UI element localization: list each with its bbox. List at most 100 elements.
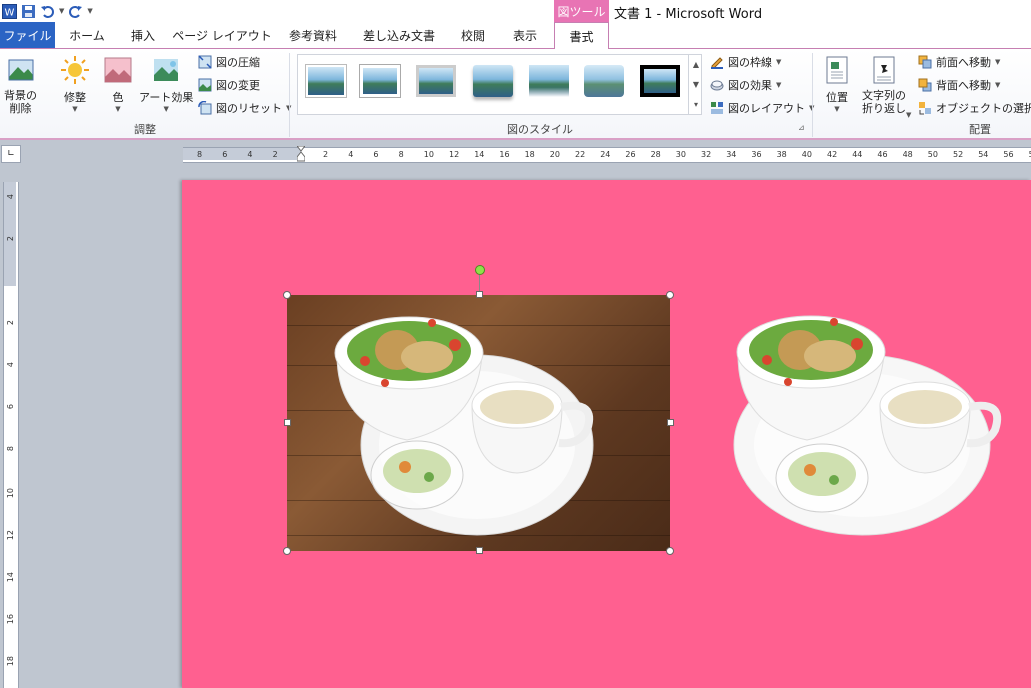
resize-handle-top-right[interactable] xyxy=(666,291,674,299)
picture-effects-button[interactable]: 図の効果 ▼ xyxy=(710,77,781,93)
remove-background-button[interactable]: 背景の 削除 xyxy=(4,55,37,115)
rotate-handle[interactable] xyxy=(475,265,485,275)
undo-dropdown-icon[interactable]: ▼ xyxy=(59,7,64,15)
compress-pictures-button[interactable]: 図の圧縮 xyxy=(198,54,260,70)
tab-file[interactable]: ファイル xyxy=(0,22,55,48)
resize-handle-left[interactable] xyxy=(284,419,291,426)
color-label: 色 xyxy=(112,91,124,104)
h-ruler-tick: 14 xyxy=(474,150,485,159)
send-backward-icon xyxy=(918,78,932,92)
h-ruler-tick: 4 xyxy=(247,150,253,159)
position-button[interactable]: 位置 ▼ xyxy=(822,55,852,113)
word-app-icon[interactable]: W xyxy=(2,3,17,19)
color-button[interactable]: 色 ▼ xyxy=(103,55,133,113)
h-ruler-tick: 6 xyxy=(222,150,228,159)
tab-insert[interactable]: 挿入 xyxy=(120,22,166,48)
resize-handle-bottom-left[interactable] xyxy=(283,547,291,555)
change-picture-button[interactable]: 図の変更 xyxy=(198,77,260,93)
art-effects-label: アート効果 xyxy=(139,91,194,104)
tab-selector[interactable]: ∟ xyxy=(1,145,21,163)
h-ruler-tick: 56 xyxy=(1003,150,1014,159)
redo-icon[interactable] xyxy=(68,4,83,19)
chevron-down-icon: ▼ xyxy=(72,105,78,113)
h-ruler-tick: 8 xyxy=(197,150,203,159)
reset-picture-button[interactable]: 図のリセット ▼ xyxy=(198,100,291,116)
picture-style-thumb[interactable] xyxy=(584,65,624,97)
picture-border-button[interactable]: 図の枠線 ▼ xyxy=(710,54,781,70)
h-ruler-tick: 52 xyxy=(953,150,964,159)
tab-references[interactable]: 参考資料 xyxy=(280,22,346,48)
h-ruler-tick: 48 xyxy=(902,150,913,159)
picture-style-thumb[interactable] xyxy=(529,65,569,97)
change-picture-icon xyxy=(198,78,212,92)
tab-page-layout[interactable]: ページ レイアウト xyxy=(172,22,272,48)
color-icon xyxy=(104,57,132,83)
h-ruler-tick: 8 xyxy=(398,150,404,159)
chevron-down-icon[interactable]: ▼ xyxy=(906,111,911,119)
h-ruler-tick: 38 xyxy=(776,150,787,159)
compress-icon xyxy=(198,55,212,69)
gallery-scroll[interactable]: ▲ ▼ ▾ xyxy=(688,54,703,115)
picture-style-thumb[interactable] xyxy=(416,65,456,97)
bring-forward-button[interactable]: 前面へ移動 ▼ xyxy=(918,54,1000,70)
group-separator xyxy=(812,53,813,137)
tab-format[interactable]: 書式 xyxy=(554,22,609,49)
h-ruler-tick: 50 xyxy=(927,150,938,159)
picture-style-thumb[interactable] xyxy=(306,65,346,97)
corrections-label: 修整 xyxy=(64,91,86,104)
v-ruler-tick: 12 xyxy=(6,530,15,541)
send-backward-button[interactable]: 背面へ移動 ▼ xyxy=(918,77,1000,93)
bring-forward-icon xyxy=(918,55,932,69)
gallery-expand-icon[interactable]: ▾ xyxy=(694,100,698,109)
v-ruler-tick: 14 xyxy=(6,572,15,583)
tab-mailings[interactable]: 差し込み文書 xyxy=(354,22,444,48)
v-ruler-tick: 6 xyxy=(6,404,15,410)
reset-picture-icon xyxy=(198,101,212,115)
title-bar xyxy=(0,0,1031,22)
picture-layout-icon xyxy=(711,102,723,114)
tab-home[interactable]: ホーム xyxy=(58,22,116,48)
dialog-launcher-icon[interactable]: ⊿ xyxy=(798,123,805,132)
ribbon: 背景の 削除 修整 ▼ 色 ▼ アート効果 ▼ 図の圧縮 図の変更 図のリセット… xyxy=(0,49,1031,140)
v-ruler-tick: 18 xyxy=(6,656,15,667)
background-removed-picture[interactable] xyxy=(722,300,1031,540)
picture-layout-label: 図のレイアウト xyxy=(728,102,805,115)
selected-picture[interactable] xyxy=(287,295,670,551)
scroll-up-icon[interactable]: ▲ xyxy=(693,60,699,69)
chevron-down-icon: ▼ xyxy=(776,58,782,66)
art-effects-icon xyxy=(154,59,179,81)
wrap-text-button[interactable]: 文字列の 折り返し xyxy=(862,55,906,115)
v-ruler-tick: 16 xyxy=(6,614,15,625)
tab-view[interactable]: 表示 xyxy=(502,22,548,48)
resize-handle-right[interactable] xyxy=(667,419,674,426)
customize-icon[interactable]: ▼ xyxy=(87,7,92,15)
salad-plate-illustration xyxy=(334,316,594,536)
picture-style-thumb[interactable] xyxy=(473,65,513,97)
h-ruler-tick: 2 xyxy=(272,150,278,159)
scroll-down-icon[interactable]: ▼ xyxy=(693,80,699,89)
chevron-down-icon: ▼ xyxy=(995,81,1001,89)
v-ruler-tick: 4 xyxy=(6,362,15,368)
save-icon[interactable] xyxy=(21,4,36,19)
resize-handle-bottom-right[interactable] xyxy=(666,547,674,555)
h-ruler-tick: 16 xyxy=(499,150,510,159)
h-ruler-tick: 34 xyxy=(726,150,737,159)
resize-handle-bottom[interactable] xyxy=(476,547,483,554)
resize-handle-top-left[interactable] xyxy=(283,291,291,299)
corrections-button[interactable]: 修整 ▼ xyxy=(60,55,90,113)
picture-style-thumb-selected[interactable] xyxy=(640,65,680,97)
selection-pane-button[interactable]: オブジェクトの選択と xyxy=(918,100,1031,116)
h-ruler-tick: 54 xyxy=(978,150,989,159)
picture-layout-button[interactable]: 図のレイアウト ▼ xyxy=(710,100,814,116)
picture-style-thumb[interactable] xyxy=(360,65,400,97)
art-effects-button[interactable]: アート効果 ▼ xyxy=(139,55,193,113)
remove-background-label: 背景の 削除 xyxy=(4,89,37,115)
undo-icon[interactable] xyxy=(40,4,55,19)
picture-effects-label: 図の効果 xyxy=(728,79,772,92)
h-ruler-tick: 18 xyxy=(524,150,535,159)
resize-handle-top[interactable] xyxy=(476,291,483,298)
remove-background-icon xyxy=(8,59,33,81)
picture-tools-context-label: 図ツール xyxy=(554,0,609,22)
tab-review[interactable]: 校閲 xyxy=(450,22,496,48)
h-ruler-tick: 22 xyxy=(575,150,586,159)
